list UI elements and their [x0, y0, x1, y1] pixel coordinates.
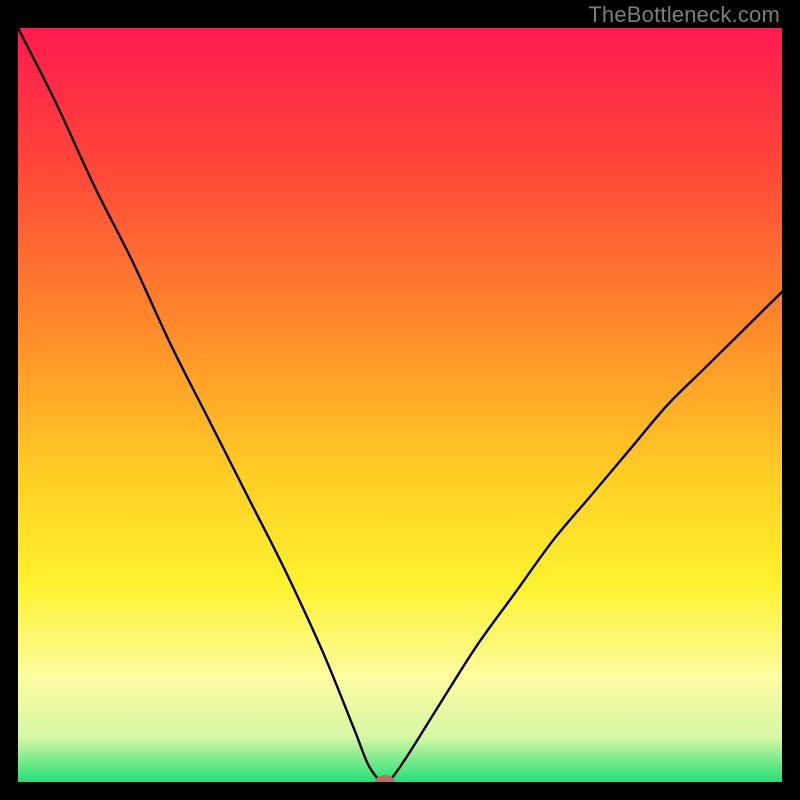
bottleneck-chart	[0, 0, 800, 800]
chart-frame: TheBottleneck.com	[0, 0, 800, 800]
optimum-marker-icon	[375, 775, 395, 789]
watermark-text: TheBottleneck.com	[588, 2, 780, 28]
